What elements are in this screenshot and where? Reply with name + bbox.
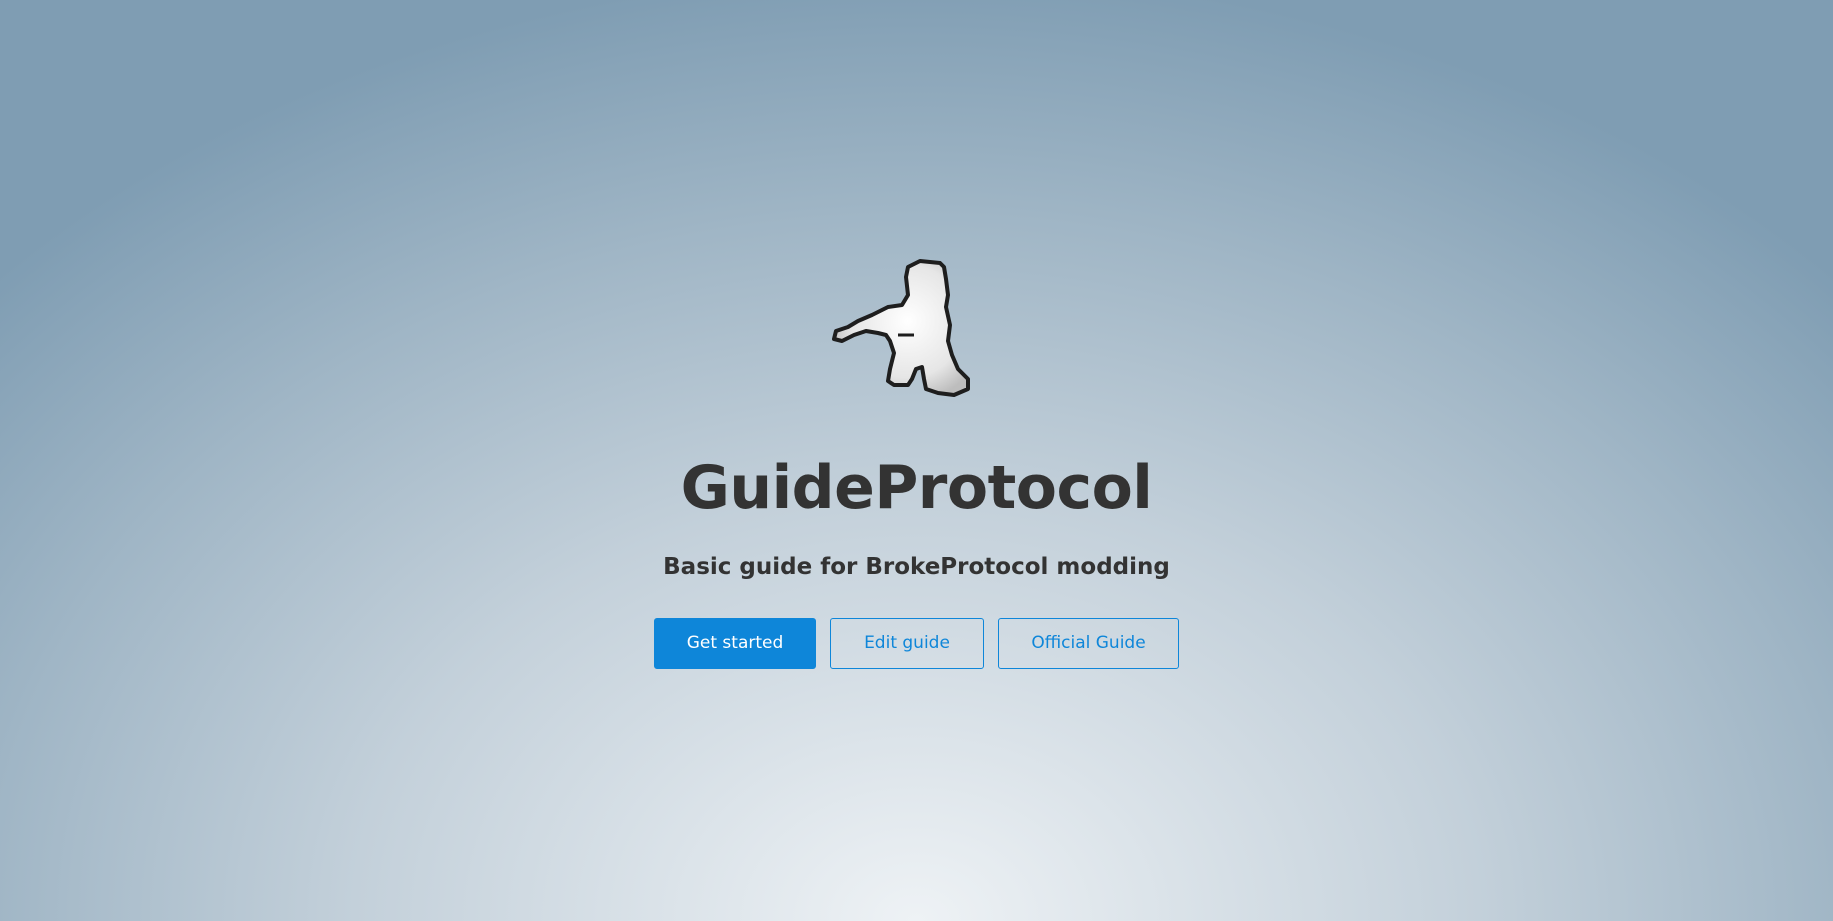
official-guide-button[interactable]: Official Guide [998, 618, 1179, 669]
cover-page: GuideProtocol Basic guide for BrokeProto… [0, 0, 1833, 921]
page-title: GuideProtocol [680, 453, 1153, 523]
soldier-logo-icon [832, 255, 992, 405]
get-started-button[interactable]: Get started [654, 618, 816, 669]
edit-guide-button[interactable]: Edit guide [830, 618, 984, 669]
page-subtitle: Basic guide for BrokeProtocol modding [663, 554, 1170, 580]
